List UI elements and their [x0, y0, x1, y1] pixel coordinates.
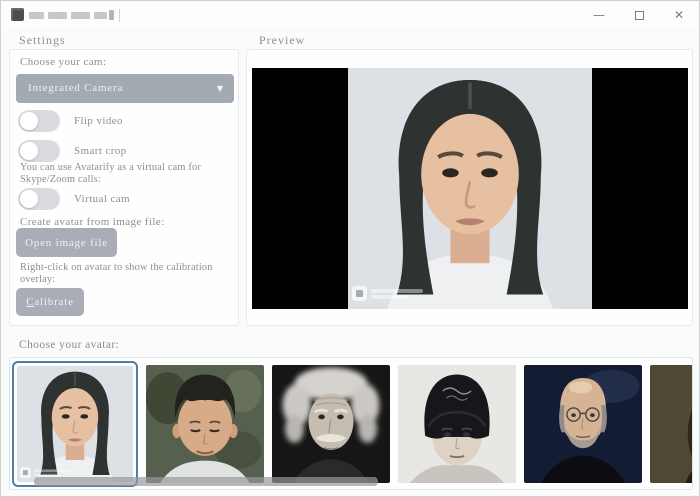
avatar-image-mona-lisa	[650, 365, 693, 483]
chevron-down-icon: ▼	[217, 74, 224, 103]
preview-section-title: Preview	[259, 33, 305, 48]
redacted-title-segment	[94, 12, 107, 19]
avatar-image-einstein	[272, 365, 390, 483]
avatar-item-mona-lisa[interactable]	[650, 365, 693, 483]
close-button[interactable]: ✕	[659, 1, 699, 29]
avatar-strip	[9, 357, 693, 490]
window-controls: — ✕	[579, 1, 699, 29]
flip-video-label: Flip video	[74, 115, 123, 127]
avatar-item-steve-jobs[interactable]	[524, 365, 642, 483]
redacted-title-segment	[29, 12, 44, 19]
app-window: — ✕ Settings Preview Choose your cam: In…	[0, 0, 700, 497]
avatar-watermark	[20, 467, 71, 478]
redacted-title-segment	[71, 12, 90, 19]
camera-select-value: Integrated Camera	[28, 82, 123, 94]
letterbox-right	[592, 68, 688, 309]
avatar-image-woman	[17, 366, 133, 482]
smart-crop-toggle[interactable]	[18, 140, 60, 162]
avatar-scrollbar[interactable]	[34, 477, 378, 486]
minimize-button[interactable]: —	[579, 1, 619, 29]
letterbox-left	[252, 68, 348, 309]
settings-panel: Choose your cam: Integrated Camera ▼ Fli…	[9, 49, 239, 326]
calibrate-button[interactable]: Calibrate	[16, 288, 84, 316]
watermark-text-lines	[371, 287, 423, 301]
avatar-image-boy	[146, 365, 264, 483]
calibrate-button-label: Calibrate	[16, 296, 84, 308]
smart-crop-row: Smart crop	[18, 140, 127, 162]
watermark-logo-icon	[20, 467, 31, 478]
open-image-file-button[interactable]: Open image file	[16, 228, 117, 257]
avatar-item-eminem[interactable]	[398, 365, 516, 483]
watermark-text-lines	[34, 467, 71, 477]
virtual-cam-row: Virtual cam	[18, 188, 130, 210]
toggle-knob	[20, 190, 38, 208]
cam-label: Choose your cam:	[20, 56, 106, 68]
watermark-logo-icon	[352, 286, 367, 301]
smart-crop-label: Smart crop	[74, 145, 127, 157]
avatar-image-eminem	[398, 365, 516, 483]
avatar-item-woman[interactable]	[12, 361, 138, 487]
flip-video-row: Flip video	[18, 110, 123, 132]
preview-face-woman	[348, 68, 592, 309]
virtual-cam-note: You can use Avatarify as a virtual cam f…	[20, 162, 242, 185]
toggle-knob	[20, 112, 38, 130]
avatar-item-boy[interactable]	[146, 365, 264, 483]
virtual-cam-toggle[interactable]	[18, 188, 60, 210]
choose-avatar-label: Choose your avatar:	[19, 339, 119, 351]
video-watermark	[352, 286, 423, 301]
avatar-image-steve-jobs	[524, 365, 642, 483]
camera-select[interactable]: Integrated Camera ▼	[16, 74, 234, 103]
preview-image-area	[252, 68, 688, 309]
titlebar[interactable]: — ✕	[1, 1, 699, 29]
preview-video-frame	[348, 68, 592, 309]
toggle-knob	[20, 142, 38, 160]
create-avatar-label: Create avatar from image file:	[20, 216, 165, 228]
app-icon	[11, 8, 24, 21]
flip-video-toggle[interactable]	[18, 110, 60, 132]
maximize-icon	[635, 11, 644, 20]
maximize-button[interactable]	[619, 1, 659, 29]
settings-section-title: Settings	[19, 33, 66, 48]
redacted-title-segment	[48, 12, 67, 19]
avatar-item-einstein[interactable]	[272, 365, 390, 483]
virtual-cam-label: Virtual cam	[74, 193, 130, 205]
title-caret-line	[119, 9, 120, 22]
redacted-title-segment	[109, 10, 114, 20]
preview-panel	[246, 49, 693, 326]
calibrate-note: Right-click on avatar to show the calibr…	[20, 262, 242, 285]
